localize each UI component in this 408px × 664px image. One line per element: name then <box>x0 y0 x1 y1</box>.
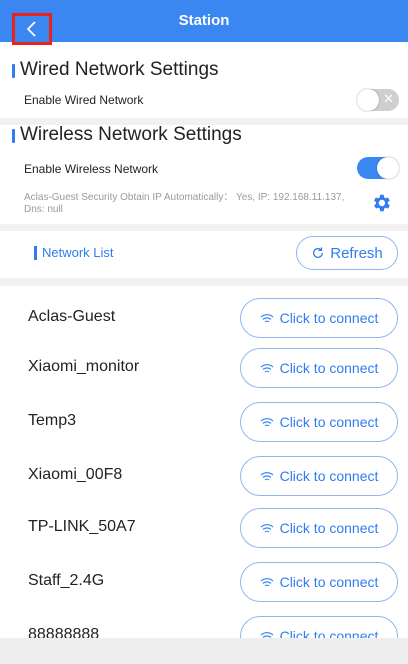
list-item: Xiaomi_00F8 Click to connect <box>0 456 408 496</box>
connect-label: Click to connect <box>279 414 379 430</box>
network-name: Xiaomi_00F8 <box>28 466 123 483</box>
gear-icon[interactable] <box>370 192 392 214</box>
section-divider <box>0 224 408 231</box>
top-app-bar: Station <box>0 0 408 45</box>
section-divider <box>0 278 408 286</box>
network-list-label: Network List <box>42 245 114 260</box>
refresh-button[interactable]: Refresh <box>296 236 398 270</box>
list-item: 88888888 Click to connect <box>0 616 408 638</box>
wifi-icon <box>260 417 273 426</box>
connect-button[interactable]: Click to connect <box>240 616 398 638</box>
connect-label: Click to connect <box>279 360 379 376</box>
connect-label: Click to connect <box>279 520 379 536</box>
section-marker <box>34 246 37 260</box>
refresh-icon <box>313 247 324 258</box>
section-marker <box>12 129 15 143</box>
connect-button[interactable]: Click to connect <box>240 298 398 338</box>
network-name: Staff_2.4G <box>28 572 105 589</box>
page-title: Station <box>178 12 230 29</box>
toggle-knob <box>377 157 399 179</box>
wifi-icon <box>260 363 273 372</box>
refresh-label: Refresh <box>330 244 383 262</box>
toggle-knob <box>357 89 379 111</box>
network-list: Aclas-Guest Click to connect Xiaomi_moni… <box>0 286 408 638</box>
close-icon: ✕ <box>383 91 394 106</box>
wired-network-toggle[interactable]: ✕ <box>357 89 399 111</box>
list-item: Staff_2.4G Click to connect <box>0 562 408 602</box>
connect-button[interactable]: Click to connect <box>240 456 398 496</box>
network-name: TP-LINK_50A7 <box>28 518 136 535</box>
list-item: TP-LINK_50A7 Click to connect <box>0 508 408 548</box>
list-item: Xiaomi_monitor Click to connect <box>0 348 408 388</box>
connect-label: Click to connect <box>279 574 379 590</box>
enable-wireless-label: Enable Wireless Network <box>24 162 159 176</box>
connect-button[interactable]: Click to connect <box>240 402 398 442</box>
connect-label: Click to connect <box>279 628 379 638</box>
wifi-icon <box>260 313 273 322</box>
network-name: Xiaomi_monitor <box>28 358 140 375</box>
wifi-icon <box>260 577 273 586</box>
wireless-network-toggle[interactable] <box>357 157 399 179</box>
network-name: Aclas-Guest <box>28 308 116 325</box>
wifi-icon <box>260 471 273 480</box>
list-item: Temp3 Click to connect <box>0 402 408 442</box>
wired-section-title: Wired Network Settings <box>20 59 219 80</box>
list-item: Aclas-Guest Click to connect <box>0 298 408 338</box>
connect-button[interactable]: Click to connect <box>240 562 398 602</box>
wifi-icon <box>260 631 273 638</box>
network-name: Temp3 <box>28 412 77 429</box>
connect-label: Click to connect <box>279 468 379 484</box>
enable-wired-label: Enable Wired Network <box>24 93 144 107</box>
section-marker <box>12 64 15 78</box>
connection-status: Aclas-Guest Security Obtain IP Automatic… <box>24 192 345 215</box>
bottom-bar <box>0 638 408 664</box>
wireless-section-title: Wireless Network Settings <box>20 124 242 145</box>
connect-label: Click to connect <box>279 310 379 326</box>
network-name: 88888888 <box>28 626 100 638</box>
wifi-icon <box>260 523 273 532</box>
connect-button[interactable]: Click to connect <box>240 508 398 548</box>
connect-button[interactable]: Click to connect <box>240 348 398 388</box>
